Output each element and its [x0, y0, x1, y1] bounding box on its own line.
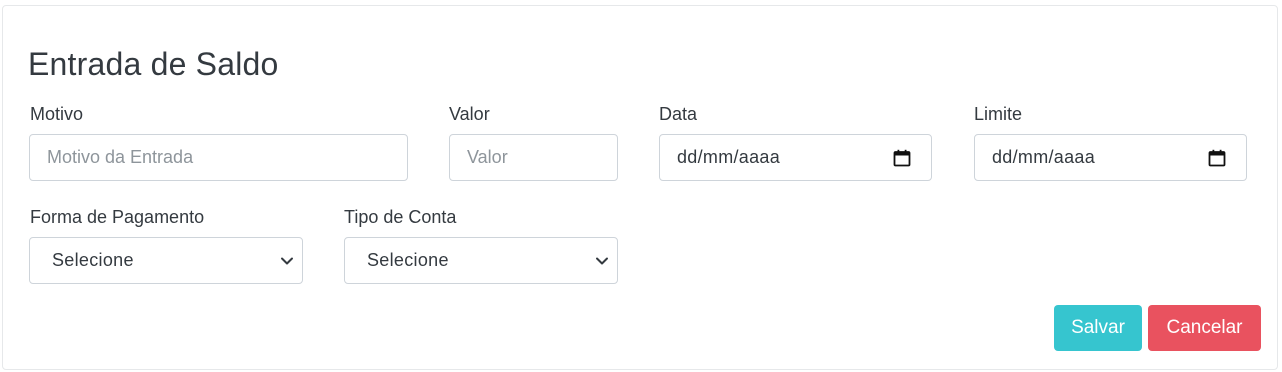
limite-label: Limite [974, 104, 1023, 124]
page-title: Entrada de Saldo [28, 46, 279, 82]
forma-pagamento-select[interactable]: Selecione [29, 237, 303, 284]
valor-placeholder: Valor [467, 147, 508, 167]
data-label: Data [659, 104, 698, 124]
limite-date-value: dd/mm/aaaa [992, 147, 1096, 167]
chevron-down-icon [280, 256, 294, 266]
data-date-input[interactable]: dd/mm/aaaa [659, 134, 932, 181]
motivo-placeholder: Motivo da Entrada [47, 147, 194, 167]
tipo-conta-select[interactable]: Selecione [344, 237, 618, 284]
valor-input[interactable]: Valor [449, 134, 618, 181]
cancel-button[interactable]: Cancelar [1148, 305, 1261, 351]
calendar-icon[interactable] [893, 149, 911, 167]
forma-pagamento-label: Forma de Pagamento [30, 207, 205, 227]
valor-label: Valor [449, 104, 490, 124]
tipo-conta-selected: Selecione [367, 250, 449, 270]
data-date-value: dd/mm/aaaa [677, 147, 781, 167]
forma-pagamento-selected: Selecione [52, 250, 134, 270]
motivo-input[interactable]: Motivo da Entrada [29, 134, 408, 181]
save-button[interactable]: Salvar [1054, 305, 1142, 351]
chevron-down-icon [595, 256, 609, 266]
limite-date-input[interactable]: dd/mm/aaaa [974, 134, 1247, 181]
motivo-label: Motivo [30, 104, 84, 124]
calendar-icon[interactable] [1208, 149, 1226, 167]
tipo-conta-label: Tipo de Conta [344, 207, 457, 227]
